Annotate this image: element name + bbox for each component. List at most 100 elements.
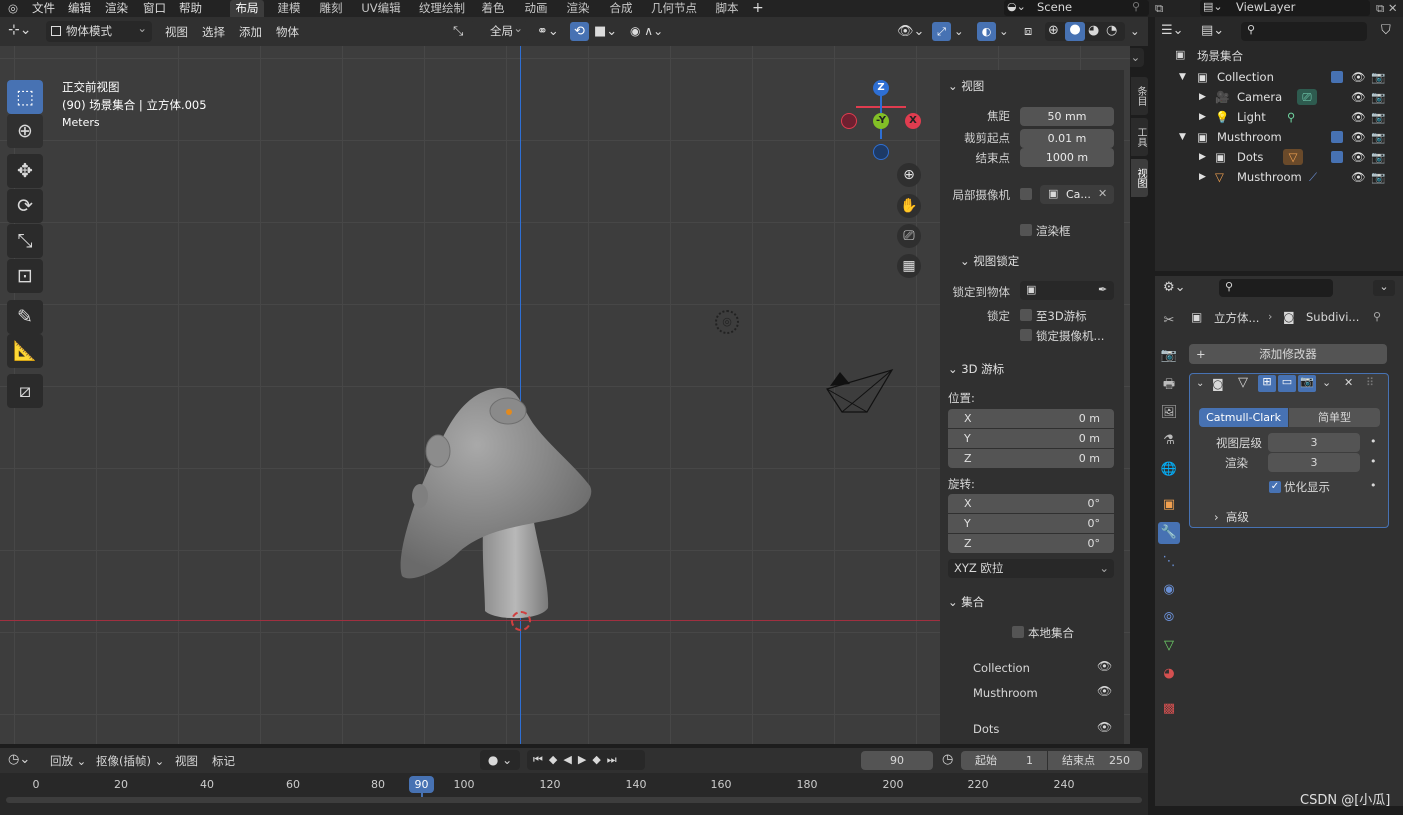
expand-arrow-icon[interactable]: ▶ bbox=[1199, 167, 1206, 187]
modifier-props-icon[interactable]: 🔧 bbox=[1158, 522, 1180, 544]
jump-start-icon[interactable]: ⏮ bbox=[533, 753, 549, 766]
cursor-rot-z[interactable]: Z 0° bbox=[948, 534, 1114, 553]
mushroom-mesh[interactable] bbox=[390, 376, 610, 626]
tab-sculpt[interactable]: 雕刻 bbox=[312, 0, 350, 17]
marker-menu[interactable]: 标记 bbox=[212, 753, 235, 769]
hide-eye-icon[interactable]: 👁 bbox=[1351, 107, 1366, 127]
npanel-tab-tool[interactable]: 工具 bbox=[1131, 118, 1148, 156]
rotation-mode-dropdown[interactable]: XYZ 欧拉 ⌄ bbox=[948, 559, 1114, 578]
gizmo-neg-x-axis[interactable] bbox=[841, 113, 857, 129]
modifier-wrench-icon[interactable]: ⟋ bbox=[1309, 167, 1317, 187]
dots-eye-icon[interactable]: 👁 bbox=[1097, 720, 1112, 734]
gizmo-x-axis[interactable]: X bbox=[905, 113, 921, 129]
levels-viewport-field[interactable]: 3 bbox=[1268, 433, 1360, 452]
collection-eye-icon[interactable]: 👁 bbox=[1097, 659, 1112, 673]
cursor-rot-x[interactable]: X 0° bbox=[948, 494, 1114, 513]
tab-texture-paint[interactable]: 纹理绘制 bbox=[414, 0, 470, 17]
render-camera-icon[interactable]: 📷 bbox=[1371, 127, 1385, 147]
3d-cursor-icon[interactable] bbox=[511, 611, 531, 631]
npanel-tab-item[interactable]: 条目 bbox=[1131, 77, 1148, 115]
render-camera-icon[interactable]: 📷 bbox=[1371, 107, 1385, 127]
camera-object-icon[interactable] bbox=[822, 364, 897, 419]
timeline-view-menu[interactable]: 视图 bbox=[175, 753, 198, 769]
menu-help[interactable]: 帮助 bbox=[179, 0, 202, 17]
properties-editor-icon[interactable]: ⚙⌄ bbox=[1163, 280, 1186, 295]
camera-data-icon[interactable]: ⎚ bbox=[1297, 89, 1317, 105]
next-keyframe-icon[interactable]: ◆ bbox=[592, 753, 606, 766]
remove-modifier-icon[interactable]: ✕ bbox=[1344, 376, 1353, 389]
gizmo-neg-z-axis[interactable] bbox=[873, 144, 889, 160]
tab-animation[interactable]: 动画 bbox=[518, 0, 554, 17]
zoom-icon[interactable]: ⊕ bbox=[897, 163, 921, 187]
material-shading-icon[interactable]: ◕ bbox=[1088, 23, 1099, 38]
menu-select[interactable]: 选择 bbox=[202, 24, 225, 40]
light-data-icon[interactable]: ⚲ bbox=[1287, 107, 1295, 127]
object-props-icon[interactable]: ▣ bbox=[1158, 494, 1180, 516]
pan-hand-icon[interactable]: ✋ bbox=[897, 194, 921, 218]
hide-eye-icon[interactable]: 👁 bbox=[1351, 147, 1366, 167]
blender-logo-icon[interactable]: ◎ bbox=[8, 0, 18, 17]
clip-end-field[interactable]: 1000 m bbox=[1020, 148, 1114, 167]
on-cage-toggle-icon[interactable]: ⊞ bbox=[1258, 375, 1276, 392]
collection-row-collection[interactable]: Collection bbox=[973, 661, 1030, 675]
playback-menu[interactable]: 回放 ⌄ bbox=[50, 753, 86, 769]
outliner-row-dots[interactable]: ▶ ▣ Dots ▽ 👁 📷 bbox=[1155, 147, 1395, 167]
hide-eye-icon[interactable]: 👁 bbox=[1351, 167, 1366, 187]
render-camera-icon[interactable]: 📷 bbox=[1371, 67, 1385, 87]
start-frame-field[interactable]: 起始 1 bbox=[961, 751, 1047, 770]
drag-handle-icon[interactable]: ⠿ bbox=[1366, 376, 1374, 389]
expand-arrow-icon[interactable]: ▶ bbox=[1199, 147, 1206, 167]
edit-mode-toggle-icon[interactable]: ▽ bbox=[1238, 375, 1248, 390]
data-props-icon[interactable]: ▽ bbox=[1158, 635, 1180, 657]
tab-compositing[interactable]: 合成 bbox=[603, 0, 639, 17]
tab-uv[interactable]: UV编辑 bbox=[356, 0, 406, 17]
current-frame-field[interactable]: 90 bbox=[861, 751, 933, 770]
shading-dropdown-icon[interactable]: ⌄ bbox=[1130, 24, 1140, 38]
transform-orientation-dropdown[interactable]: 全局 bbox=[470, 18, 528, 42]
tab-rendering[interactable]: 渲染 bbox=[560, 0, 596, 17]
local-collection-checkbox[interactable] bbox=[1012, 626, 1024, 638]
simple-button[interactable]: 简单型 bbox=[1289, 408, 1380, 427]
outliner-row-musthroom-object[interactable]: ▶ ▽ Musthroom ⟋ 👁 📷 bbox=[1155, 167, 1395, 187]
musthroom-eye-icon[interactable]: 👁 bbox=[1097, 684, 1112, 698]
view-section-header[interactable]: ⌄ 视图 bbox=[948, 78, 984, 94]
menu-object[interactable]: 物体 bbox=[276, 24, 299, 40]
gizmo-z-axis[interactable]: Z bbox=[873, 80, 889, 96]
jump-end-icon[interactable]: ⏭ bbox=[607, 753, 623, 766]
outliner-search[interactable]: ⚲ bbox=[1241, 22, 1367, 41]
visibility-icon[interactable]: 👁⌄ bbox=[897, 24, 924, 39]
cursor-loc-z[interactable]: Z 0 m bbox=[948, 449, 1114, 468]
optimal-display-checkbox[interactable]: ✓ bbox=[1269, 481, 1281, 493]
mesh-object-icon[interactable]: ▽ bbox=[1283, 149, 1303, 165]
physics-props-icon[interactable]: ◉ bbox=[1158, 579, 1180, 601]
tab-geometry-nodes[interactable]: 几何节点 bbox=[646, 0, 702, 17]
tool-props-icon[interactable]: ✂ bbox=[1158, 310, 1180, 332]
tab-modeling[interactable]: 建模 bbox=[270, 0, 308, 17]
pin-icon[interactable]: ⚲ bbox=[1373, 310, 1381, 323]
timeline[interactable]: 0 20 40 60 80 100 120 140 160 180 200 22… bbox=[0, 773, 1148, 815]
xray-icon[interactable]: ⧈ bbox=[1024, 24, 1032, 39]
overlay-toggle-icon[interactable]: ◐ bbox=[977, 22, 996, 41]
editor-type-icon[interactable]: ⊹⌄ bbox=[8, 22, 31, 38]
particles-props-icon[interactable]: ⋱ bbox=[1158, 551, 1180, 573]
tab-layout[interactable]: 布局 bbox=[230, 0, 264, 17]
snap-icon[interactable]: ⟲ bbox=[570, 22, 589, 41]
transform-tool[interactable]: ⊡ bbox=[7, 259, 43, 293]
properties-search[interactable]: ⚲ bbox=[1219, 279, 1333, 297]
outliner-row-camera[interactable]: ▶ 🎥 Camera ⎚ 👁 📷 bbox=[1155, 87, 1395, 107]
material-props-icon[interactable]: ◕ bbox=[1158, 663, 1180, 685]
cursor-loc-y[interactable]: Y 0 m bbox=[948, 429, 1114, 448]
view-lock-header[interactable]: ⌄ 视图锁定 bbox=[960, 253, 1019, 269]
render-camera-icon[interactable]: 📷 bbox=[1371, 147, 1385, 167]
keyframe-dot-icon[interactable]: • bbox=[1370, 455, 1377, 468]
scene-selector[interactable]: ◒⌄ Scene ⚲ bbox=[1004, 0, 1149, 16]
menu-edit[interactable]: 编辑 bbox=[68, 0, 91, 17]
render-toggle-icon[interactable]: 📷 bbox=[1298, 375, 1316, 392]
display-mode-icon[interactable]: ▤⌄ bbox=[1201, 23, 1224, 38]
cursor-tool[interactable]: ⊕ bbox=[7, 114, 43, 148]
world-props-icon[interactable]: 🌐 bbox=[1158, 459, 1180, 481]
tab-shading[interactable]: 着色 bbox=[476, 0, 510, 17]
scene-collection-label[interactable]: 场景集合 bbox=[1197, 48, 1243, 64]
exclude-checkbox[interactable] bbox=[1331, 151, 1343, 163]
hide-eye-icon[interactable]: 👁 bbox=[1351, 127, 1366, 147]
